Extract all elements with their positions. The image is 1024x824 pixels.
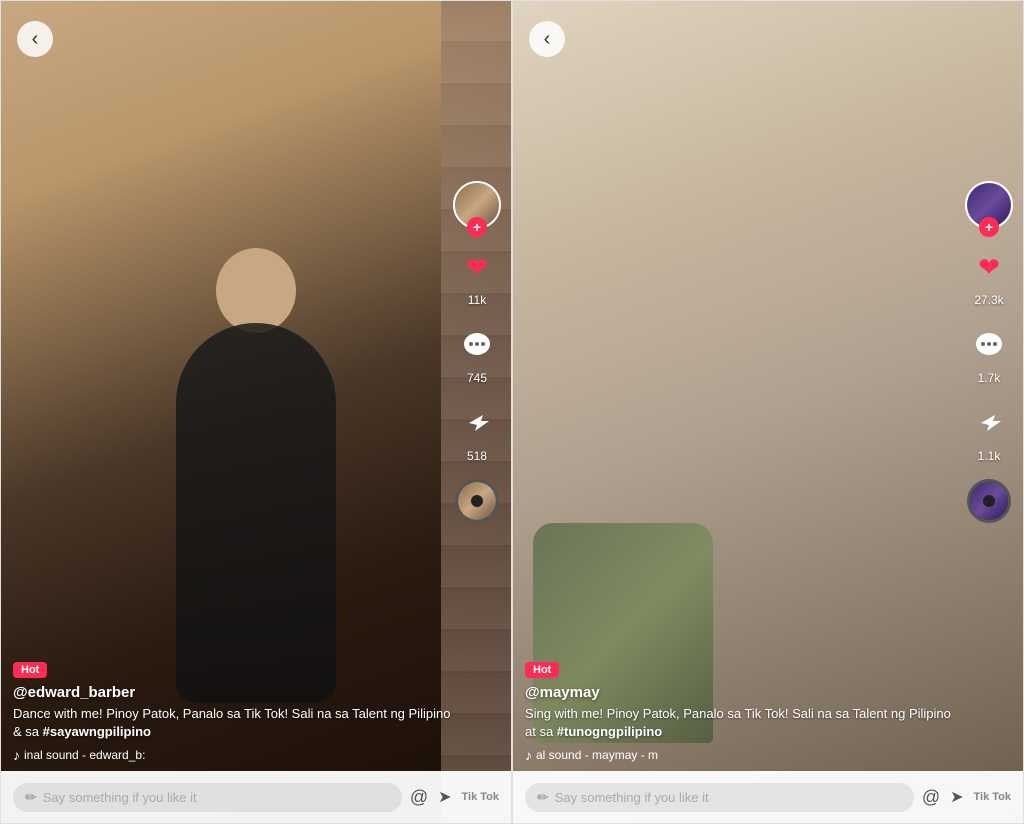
app-container: ‹ + ❤ 11k bbox=[0, 0, 1024, 824]
back-button-left[interactable]: ‹ bbox=[17, 21, 53, 57]
plus-icon-right: + bbox=[985, 220, 993, 234]
pencil-icon-right: ✏ bbox=[537, 789, 549, 806]
send-icon-right[interactable]: ➤ bbox=[950, 787, 963, 807]
heart-icon-right: ❤ bbox=[967, 245, 1011, 289]
hashtag-left[interactable]: #sayawngpilipino bbox=[43, 724, 151, 739]
person-body-left bbox=[176, 323, 336, 703]
send-icon-left[interactable]: ➤ bbox=[438, 787, 451, 807]
plus-icon-left: + bbox=[473, 220, 481, 234]
video-panel-left: ‹ + ❤ 11k bbox=[0, 0, 512, 824]
username-left[interactable]: @edward_barber bbox=[13, 684, 451, 701]
share-icon-right bbox=[967, 401, 1011, 445]
share-action-right[interactable]: 1.1k bbox=[967, 401, 1011, 463]
heart-icon-left: ❤ bbox=[455, 245, 499, 289]
right-actions-right: + ❤ 27.3k 1.7k bbox=[965, 181, 1013, 523]
description-right: Sing with me! Pinoy Patok, Panalo sa Tik… bbox=[525, 705, 963, 741]
description-left: Dance with me! Pinoy Patok, Panalo sa Ti… bbox=[13, 705, 451, 741]
sound-info-left[interactable]: ♪ inal sound - edward_b: bbox=[13, 747, 451, 763]
comment-bar-left: ✏ Say something if you like it @ ➤ Tik T… bbox=[1, 771, 511, 823]
back-icon-left: ‹ bbox=[32, 28, 39, 51]
comment-placeholder-right: Say something if you like it bbox=[555, 790, 709, 805]
comment-count-right: 1.7k bbox=[978, 371, 1001, 385]
pencil-icon-left: ✏ bbox=[25, 789, 37, 806]
at-icon-right[interactable]: @ bbox=[922, 787, 940, 808]
comment-bar-right: ✏ Say something if you like it @ ➤ Tik T… bbox=[513, 771, 1023, 823]
comment-action-right[interactable]: 1.7k bbox=[967, 323, 1011, 385]
bottom-info-right: Hot @maymay Sing with me! Pinoy Patok, P… bbox=[525, 660, 963, 763]
tiktok-logo-right: Tik Tok bbox=[974, 791, 1012, 803]
sound-info-right[interactable]: ♪ al sound - maymay - m bbox=[525, 747, 963, 763]
like-action-right[interactable]: ❤ 27.3k bbox=[967, 245, 1011, 307]
follow-button-left[interactable]: + bbox=[467, 217, 487, 237]
avatar-container-left[interactable]: + bbox=[453, 181, 501, 229]
like-count-left: 11k bbox=[468, 293, 486, 307]
person-head-left bbox=[216, 248, 296, 333]
music-disc-right[interactable] bbox=[967, 479, 1011, 523]
comment-placeholder-left: Say something if you like it bbox=[43, 790, 197, 805]
comment-input-right[interactable]: ✏ Say something if you like it bbox=[525, 783, 914, 812]
music-disc-left[interactable] bbox=[455, 479, 499, 523]
share-count-right: 1.1k bbox=[978, 449, 1001, 463]
like-action-left[interactable]: ❤ 11k bbox=[455, 245, 499, 307]
tiktok-logo-left: Tik Tok bbox=[462, 791, 500, 803]
comment-count-left: 745 bbox=[467, 371, 487, 385]
at-icon-left[interactable]: @ bbox=[410, 787, 428, 808]
share-icon-left bbox=[455, 401, 499, 445]
comment-icon-left bbox=[455, 323, 499, 367]
right-actions-left: + ❤ 11k 745 bbox=[453, 181, 501, 523]
avatar-container-right[interactable]: + bbox=[965, 181, 1013, 229]
back-button-right[interactable]: ‹ bbox=[529, 21, 565, 57]
share-count-left: 518 bbox=[467, 449, 487, 463]
hot-badge-left: Hot bbox=[13, 662, 47, 678]
username-right[interactable]: @maymay bbox=[525, 684, 963, 701]
music-note-right: ♪ bbox=[525, 747, 532, 763]
video-panel-right: ‹ + ❤ 27.3k bbox=[512, 0, 1024, 824]
back-icon-right: ‹ bbox=[544, 28, 551, 51]
sound-text-left: inal sound - edward_b: bbox=[24, 748, 145, 762]
bottom-info-left: Hot @edward_barber Dance with me! Pinoy … bbox=[13, 660, 451, 763]
comment-action-left[interactable]: 745 bbox=[455, 323, 499, 385]
comment-input-left[interactable]: ✏ Say something if you like it bbox=[13, 783, 402, 812]
share-action-left[interactable]: 518 bbox=[455, 401, 499, 463]
follow-button-right[interactable]: + bbox=[979, 217, 999, 237]
music-note-left: ♪ bbox=[13, 747, 20, 763]
like-count-right: 27.3k bbox=[974, 293, 1003, 307]
comment-icon-right bbox=[967, 323, 1011, 367]
comment-actions-left: @ ➤ Tik Tok bbox=[410, 787, 499, 808]
comment-actions-right: @ ➤ Tik Tok bbox=[922, 787, 1011, 808]
hot-badge-right: Hot bbox=[525, 662, 559, 678]
hashtag-right[interactable]: #tunogngpilipino bbox=[557, 724, 662, 739]
sound-text-right: al sound - maymay - m bbox=[536, 748, 658, 762]
